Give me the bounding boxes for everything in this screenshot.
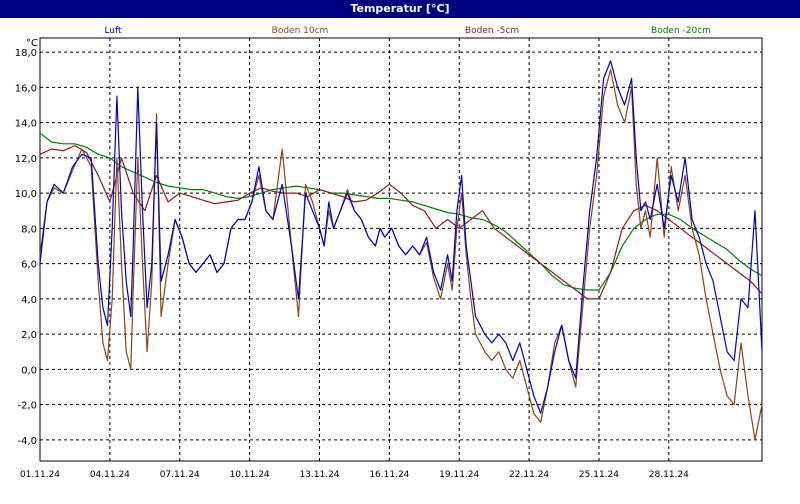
chart-title: Temperatur [°C]	[350, 2, 450, 15]
x-tick-label: 07.11.24	[160, 470, 200, 480]
x-tick-label: 01.11.24	[20, 470, 60, 480]
y-tick-label: 16,0	[15, 83, 37, 94]
legend-entry: Boden 10cm	[272, 26, 329, 36]
x-tick-label: 13.11.24	[299, 470, 339, 480]
x-tick-label: 28.11.24	[649, 470, 689, 480]
x-tick-label: 10.11.24	[230, 470, 270, 480]
y-tick-label: 0,0	[21, 365, 37, 376]
y-tick-label: 14,0	[15, 119, 37, 130]
x-tick-label: 16.11.24	[369, 470, 409, 480]
y-tick-label: 12,0	[15, 154, 37, 165]
x-tick-label: 04.11.24	[90, 470, 130, 480]
y-tick-label: 18,0	[15, 48, 37, 59]
legend-entry: Boden -5cm	[465, 26, 519, 36]
y-tick-label: 4,0	[21, 295, 37, 306]
legend-entry: Boden -20cm	[651, 26, 711, 36]
x-tick-label: 25.11.24	[579, 470, 619, 480]
chart-title-bar: Temperatur [°C]	[0, 0, 800, 18]
x-tick-label: 19.11.24	[439, 470, 479, 480]
y-tick-label: 10,0	[15, 189, 37, 200]
chart-area: 18,0 16,0 14,0 12,0 10,0 8,0 6,0 4,0 2,0 0,0 -2,0 -…	[0, 18, 800, 500]
y-tick-label: 6,0	[21, 260, 37, 271]
y-tick-label: -2,0	[17, 401, 37, 412]
y-tick-label: 2,0	[21, 330, 37, 341]
x-tick-label: 22.11.24	[509, 470, 549, 480]
temperature-chart: 18,0 16,0 14,0 12,0 10,0 8,0 6,0 4,0 2,0 0,0 -2,0 -…	[15, 26, 763, 480]
y-axis-unit: °C	[26, 38, 38, 49]
legend-entry: Luft	[104, 26, 122, 36]
y-tick-label: 8,0	[21, 224, 37, 235]
y-tick-label: -4,0	[17, 436, 37, 447]
